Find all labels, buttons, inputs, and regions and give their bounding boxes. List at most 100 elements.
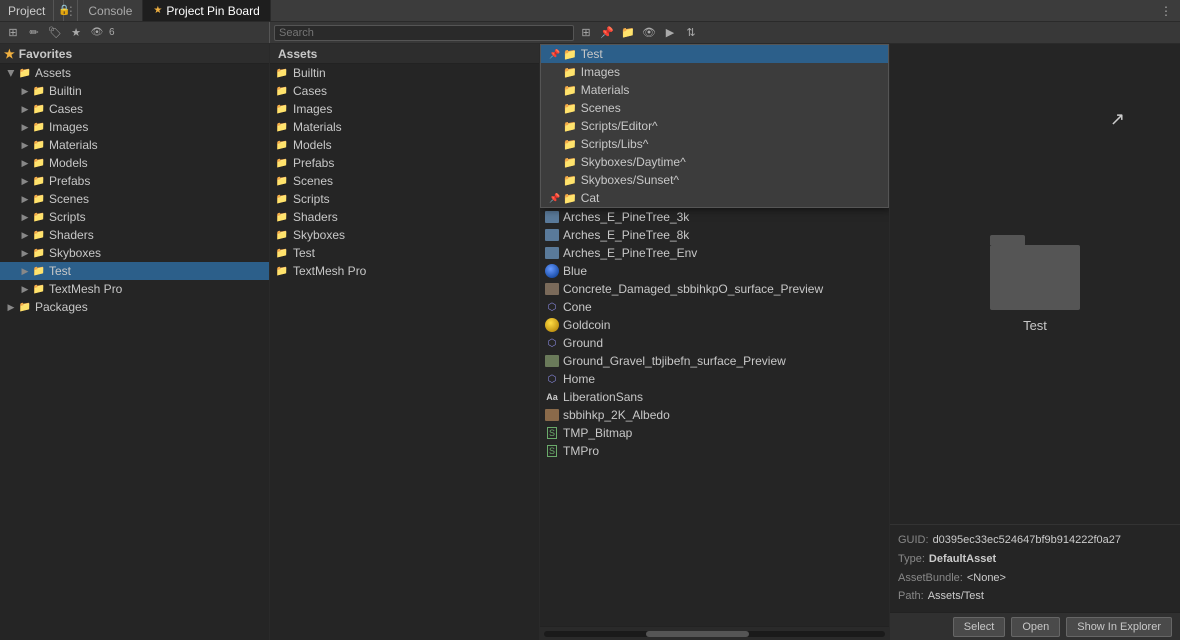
toolbar-btn-folder[interactable]: 📁 bbox=[619, 24, 637, 42]
toolbar-badge-count: 6 bbox=[109, 27, 115, 38]
tree-item-test[interactable]: ▶ 📁 Test bbox=[0, 262, 269, 280]
asset-bundle-val: <None> bbox=[967, 569, 1006, 588]
arrow-cases: ▶ bbox=[18, 104, 32, 115]
tree-label-prefabs: Prefabs bbox=[49, 174, 90, 188]
arrow-packages: ▶ bbox=[4, 302, 18, 313]
tree-item-builtin[interactable]: ▶ 📁 Builtin bbox=[0, 82, 269, 100]
dropdown-item-skyboxes-sunset[interactable]: 📁 Skyboxes/Sunset^ bbox=[541, 171, 888, 189]
dropdown-item-materials[interactable]: 📁 Materials bbox=[541, 81, 888, 99]
file-label: Arches_E_PineTree_8k bbox=[563, 228, 689, 242]
tree-item-scripts[interactable]: ▶ 📁 Scripts bbox=[0, 208, 269, 226]
file-item-concrete[interactable]: Concrete_Damaged_sbbihkpO_surface_Previe… bbox=[540, 280, 889, 298]
toolbar-btn-star[interactable]: ★ bbox=[67, 24, 85, 42]
tree-item-models[interactable]: ▶ 📁 Models bbox=[0, 154, 269, 172]
toolbar-btn-tag[interactable]: 🏷 bbox=[46, 24, 64, 42]
list-item-skyboxes[interactable]: 📁 Skyboxes bbox=[270, 226, 539, 244]
list-item-cases[interactable]: 📁 Cases bbox=[270, 82, 539, 100]
toolbar-btn-eye[interactable]: 👁 bbox=[88, 24, 106, 42]
toolbar-right: ⊞ 📌 📁 👁 ▶ ⇅ bbox=[270, 22, 1180, 43]
dropdown-item-scripts-editor[interactable]: 📁 Scripts/Editor^ bbox=[541, 117, 888, 135]
scrollbar-thumb[interactable] bbox=[646, 631, 748, 637]
tab-project-pin-board[interactable]: ★ Project Pin Board bbox=[143, 0, 270, 21]
tree-item-packages[interactable]: ▶ 📁 Packages bbox=[0, 298, 269, 316]
font-icon: Aa bbox=[544, 390, 560, 404]
main-content: ★ Favorites ▶ 📁 Assets ▶ 📁 Builtin ▶ 📁 C… bbox=[0, 44, 1180, 640]
tree-item-scenes[interactable]: ▶ 📁 Scenes bbox=[0, 190, 269, 208]
list-item-textmeshpro[interactable]: 📁 TextMesh Pro bbox=[270, 262, 539, 280]
tree-item-skyboxes[interactable]: ▶ 📁 Skyboxes bbox=[0, 244, 269, 262]
tree-item-shaders[interactable]: ▶ 📁 Shaders bbox=[0, 226, 269, 244]
list-item-scripts[interactable]: 📁 Scripts bbox=[270, 190, 539, 208]
dropdown-item-scenes[interactable]: 📁 Scenes bbox=[541, 99, 888, 117]
tree-item-prefabs[interactable]: ▶ 📁 Prefabs bbox=[0, 172, 269, 190]
list-label: Scenes bbox=[293, 174, 333, 188]
folder-icon-shaders: 📁 bbox=[32, 228, 46, 242]
file-item-home[interactable]: ⬡ Home bbox=[540, 370, 889, 388]
file-item-cone[interactable]: ⬡ Cone bbox=[540, 298, 889, 316]
list-item-prefabs[interactable]: 📁 Prefabs bbox=[270, 154, 539, 172]
tree-item-cases[interactable]: ▶ 📁 Cases bbox=[0, 100, 269, 118]
scrollbar-track[interactable] bbox=[544, 631, 885, 637]
tree-item-assets[interactable]: ▶ 📁 Assets bbox=[0, 64, 269, 82]
path-key: Path: bbox=[898, 587, 924, 606]
toolbar-btn-eye2[interactable]: 👁 bbox=[640, 24, 658, 42]
list-item-builtin[interactable]: 📁 Builtin bbox=[270, 64, 539, 82]
info-panel: GUID: d0395ec33ec524647bf9b914222f0a27 T… bbox=[890, 524, 1180, 612]
tab-console[interactable]: Console bbox=[78, 0, 143, 21]
tree-item-materials[interactable]: ▶ 📁 Materials bbox=[0, 136, 269, 154]
dropdown-item-cat[interactable]: 📌 📁 Cat bbox=[541, 189, 888, 207]
file-item-sbbihkp[interactable]: sbbihkp_2K_Albedo bbox=[540, 406, 889, 424]
dropdown-item-scripts-libs[interactable]: 📁 Scripts/Libs^ bbox=[541, 135, 888, 153]
list-item-test[interactable]: 📁 Test bbox=[270, 244, 539, 262]
dropdown-label-cat: Cat bbox=[581, 191, 600, 205]
dropdown-folder-icon-skyboxes-sunset: 📁 bbox=[563, 174, 577, 187]
pin-icon: 📌 bbox=[549, 193, 559, 204]
dropdown-item-skyboxes-daytime[interactable]: 📁 Skyboxes/Daytime^ bbox=[541, 153, 888, 171]
top-menu-icon[interactable]: ⋮ bbox=[1152, 4, 1180, 18]
toolbar-btn-grid[interactable]: ⊞ bbox=[4, 24, 22, 42]
list-item-models[interactable]: 📁 Models bbox=[270, 136, 539, 154]
dropdown-overlay: 📌 📁 Test 📁 Images 📁 Materials 📁 Scenes bbox=[540, 44, 889, 208]
file-item-arches-env[interactable]: Arches_E_PineTree_Env bbox=[540, 244, 889, 262]
folder-icon: 📁 bbox=[274, 102, 290, 116]
search-input[interactable] bbox=[274, 25, 574, 41]
arrow-models: ▶ bbox=[18, 158, 32, 169]
info-row-asset-bundle: AssetBundle: <None> bbox=[898, 569, 1172, 588]
file-item-blue[interactable]: Blue bbox=[540, 262, 889, 280]
dropdown-folder-icon-test: 📁 bbox=[563, 48, 577, 61]
toolbar-btn-edit[interactable]: ✏ bbox=[25, 24, 43, 42]
dropdown-label-test: Test bbox=[581, 47, 603, 61]
menu-dots-icon[interactable]: ⋮ bbox=[65, 4, 77, 18]
arrow-shaders: ▶ bbox=[18, 230, 32, 241]
toolbar-btn-view1[interactable]: ⊞ bbox=[577, 24, 595, 42]
file-item-liberation-sans[interactable]: Aa LiberationSans bbox=[540, 388, 889, 406]
file-label: Arches_E_PineTree_Env bbox=[563, 246, 697, 260]
dropdown-item-images[interactable]: 📁 Images bbox=[541, 63, 888, 81]
file-item-goldcoin[interactable]: Goldcoin bbox=[540, 316, 889, 334]
project-tab[interactable]: Project bbox=[0, 0, 54, 21]
horizontal-scrollbar[interactable] bbox=[540, 626, 889, 640]
file-item-tmp-bitmap[interactable]: S TMP_Bitmap bbox=[540, 424, 889, 442]
list-item-scenes[interactable]: 📁 Scenes bbox=[270, 172, 539, 190]
tree-item-textmesh-pro[interactable]: ▶ 📁 TextMesh Pro bbox=[0, 280, 269, 298]
toolbar-btn-pin[interactable]: 📌 bbox=[598, 24, 616, 42]
list-item-materials[interactable]: 📁 Materials bbox=[270, 118, 539, 136]
file-item-arches-8k[interactable]: Arches_E_PineTree_8k bbox=[540, 226, 889, 244]
list-item-shaders[interactable]: 📁 Shaders bbox=[270, 208, 539, 226]
file-item-arches-3k[interactable]: Arches_E_PineTree_3k bbox=[540, 208, 889, 226]
tree-label-cases: Cases bbox=[49, 102, 83, 116]
select-button[interactable]: Select bbox=[953, 617, 1006, 637]
toolbar-btn-sort[interactable]: ⇅ bbox=[682, 24, 700, 42]
toolbar-btn-play[interactable]: ▶ bbox=[661, 24, 679, 42]
show-explorer-button[interactable]: Show In Explorer bbox=[1066, 617, 1172, 637]
file-item-ground-gravel[interactable]: Ground_Gravel_tbjibefn_surface_Preview bbox=[540, 352, 889, 370]
list-item-images[interactable]: 📁 Images bbox=[270, 100, 539, 118]
middle-file-list: 📁 Builtin 📁 Cases 📁 Images 📁 Materials 📁… bbox=[270, 64, 539, 640]
file-item-ground[interactable]: ⬡ Ground bbox=[540, 334, 889, 352]
file-item-tmpro[interactable]: S TMPro bbox=[540, 442, 889, 460]
dropdown-item-test[interactable]: 📌 📁 Test bbox=[541, 45, 888, 63]
open-button[interactable]: Open bbox=[1011, 617, 1060, 637]
list-label: Shaders bbox=[293, 210, 338, 224]
tree-label-assets: Assets bbox=[35, 66, 71, 80]
tree-item-images[interactable]: ▶ 📁 Images bbox=[0, 118, 269, 136]
